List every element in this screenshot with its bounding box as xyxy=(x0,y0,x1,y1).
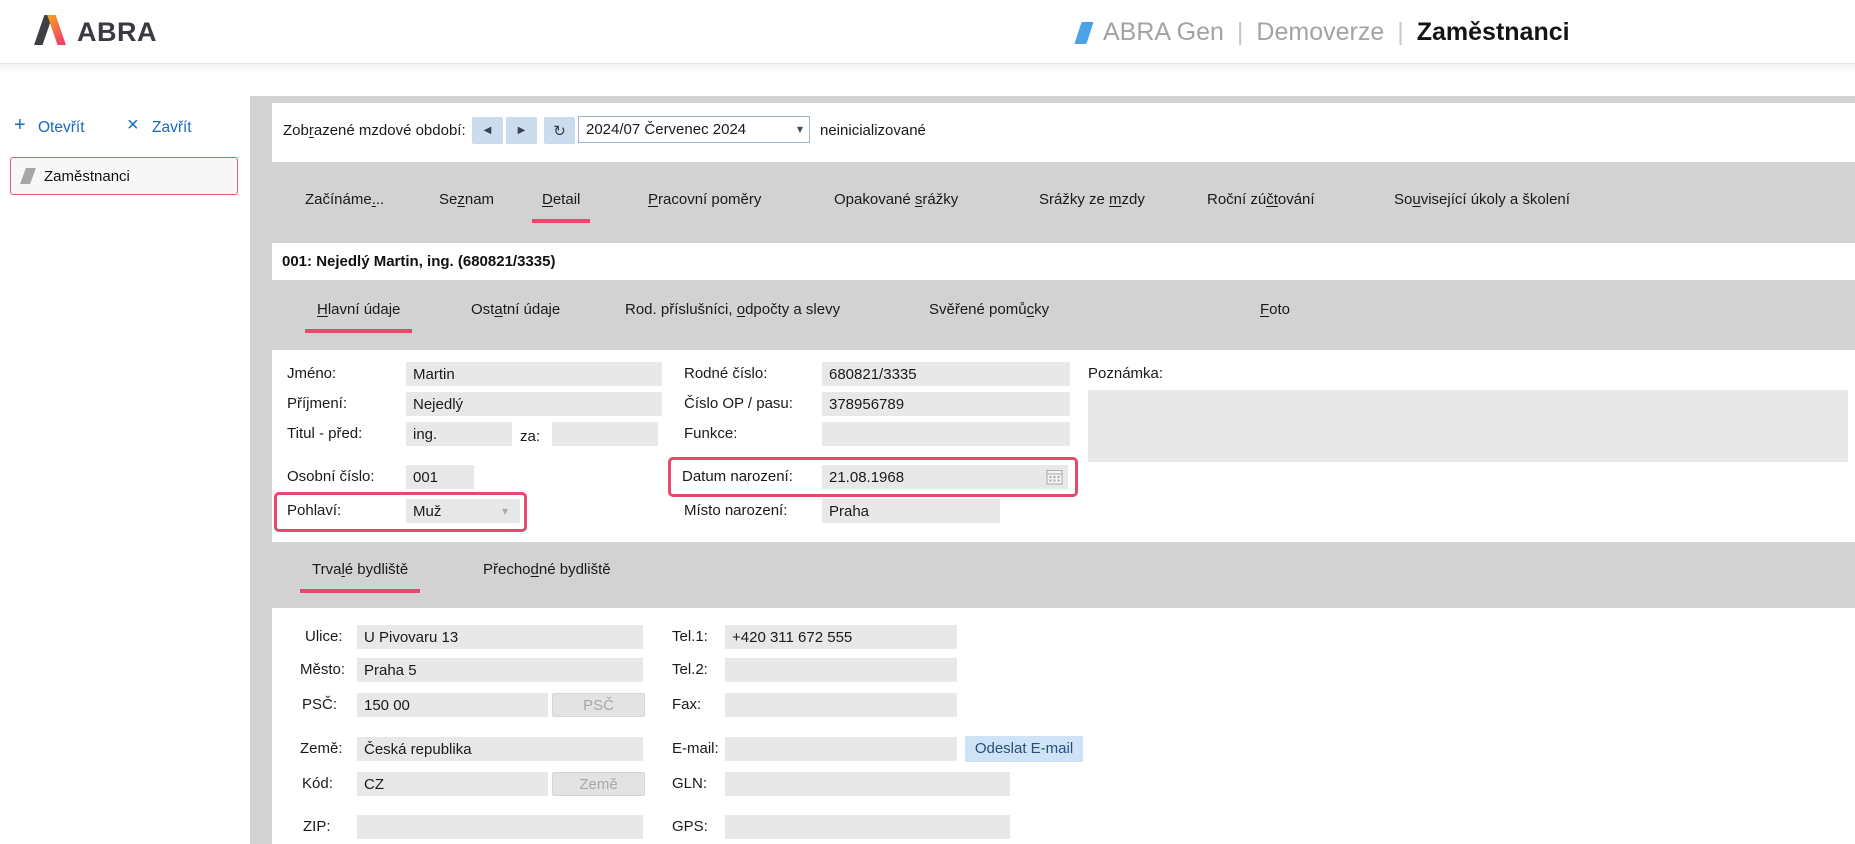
email-input[interactable] xyxy=(725,737,957,761)
previous-period-button[interactable]: ◀ xyxy=(472,117,503,144)
tel2-label: Tel.2: xyxy=(672,661,708,678)
cislo-op-input[interactable] xyxy=(822,392,1070,416)
tab-rod-prislusnici[interactable]: Rod. příslušníci, odpočty a slevy xyxy=(613,300,852,329)
tab-trvale-bydliste[interactable]: Trvalé bydliště xyxy=(300,560,420,593)
email-label: E-mail: xyxy=(672,740,719,757)
title-separator: | xyxy=(1397,18,1404,47)
gps-label: GPS: xyxy=(672,818,708,835)
chevron-down-icon: ▼ xyxy=(797,125,803,134)
poznamka-label: Poznámka: xyxy=(1088,365,1163,382)
sidebar: + Otevřít × Zavřít Zaměstnanci xyxy=(0,64,250,844)
tab-pracovni-pomery[interactable]: Pracovní poměry xyxy=(638,190,771,219)
tab-ostatni-udaje[interactable]: Ostatní údaje xyxy=(459,300,572,329)
cislo-op-label: Číslo OP / pasu: xyxy=(684,395,793,412)
kod-label: Kód: xyxy=(302,775,333,792)
tab-prechodne-bydliste[interactable]: Přechodné bydliště xyxy=(471,560,623,589)
module-name: Zaměstnanci xyxy=(1417,18,1570,47)
period-status: neinicializované xyxy=(820,117,926,144)
tab-detail[interactable]: Detail xyxy=(532,190,590,223)
tab-seznam[interactable]: Seznam xyxy=(429,190,504,219)
pohlavi-select[interactable] xyxy=(406,499,520,523)
tab-sverene-pomucky[interactable]: Svěřené pomůcky xyxy=(917,300,1061,329)
zeme-label: Země: xyxy=(300,740,343,757)
zeme-lookup-button[interactable]: Země xyxy=(552,772,645,796)
tel2-input[interactable] xyxy=(725,658,957,682)
rodne-cislo-label: Rodné číslo: xyxy=(684,365,767,382)
tab-rocni-zuctovani[interactable]: Roční zúčtování xyxy=(1197,190,1325,219)
module-slash-icon xyxy=(20,168,36,184)
abra-logo: ABRA xyxy=(32,15,157,50)
refresh-period-button[interactable]: ↻ xyxy=(544,117,575,144)
jmeno-label: Jméno: xyxy=(287,365,336,382)
ulice-label: Ulice: xyxy=(305,628,343,645)
sidebar-item-label: Zaměstnanci xyxy=(44,168,130,185)
titul-za-input[interactable] xyxy=(552,422,658,446)
kod-input[interactable] xyxy=(357,772,548,796)
tab-opakovane-srazky[interactable]: Opakované srážky xyxy=(824,190,968,219)
edition-name: Demoverze xyxy=(1256,18,1384,47)
tab-zaciname[interactable]: Začínáme... xyxy=(295,190,394,219)
titul-pred-label: Titul - před: xyxy=(287,425,362,442)
titul-za-label: za: xyxy=(520,428,540,445)
close-button[interactable]: Zavřít xyxy=(152,119,192,137)
ulice-input[interactable] xyxy=(357,625,643,649)
poznamka-textarea[interactable] xyxy=(1088,390,1848,462)
tab-hlavni-udaje[interactable]: Hlavní údaje xyxy=(305,300,412,333)
close-icon: × xyxy=(127,114,139,137)
zip-label: ZIP: xyxy=(303,818,331,835)
next-period-button[interactable]: ▶ xyxy=(506,117,537,144)
psc-label: PSČ: xyxy=(302,696,337,713)
app-name: ABRA Gen xyxy=(1103,18,1224,47)
tel1-input[interactable] xyxy=(725,625,957,649)
tel1-label: Tel.1: xyxy=(672,628,708,645)
app-title: ABRA Gen | Demoverze | Zaměstnanci xyxy=(1078,18,1570,47)
logo-text: ABRA xyxy=(77,17,157,48)
misto-narozeni-input[interactable] xyxy=(822,499,1000,523)
tab-srazky-ze-mzdy[interactable]: Srážky ze mzdy xyxy=(1029,190,1155,219)
sidebar-item-zamestnanci[interactable]: Zaměstnanci xyxy=(10,157,238,195)
title-separator: | xyxy=(1237,18,1244,47)
datum-narozeni-input[interactable] xyxy=(822,465,1068,489)
prijmeni-label: Příjmení: xyxy=(287,395,347,412)
jmeno-input[interactable] xyxy=(406,362,662,386)
record-header: 001: Nejedlý Martin, ing. (680821/3335) xyxy=(282,243,555,280)
psc-input[interactable] xyxy=(357,693,548,717)
tab-foto[interactable]: Foto xyxy=(1248,300,1302,329)
zeme-input[interactable] xyxy=(357,737,643,761)
gln-input[interactable] xyxy=(725,772,1010,796)
calendar-icon[interactable] xyxy=(1046,469,1063,485)
gln-label: GLN: xyxy=(672,775,707,792)
app-title-icon xyxy=(1074,22,1093,44)
mesto-input[interactable] xyxy=(357,658,643,682)
osobni-cislo-label: Osobní číslo: xyxy=(287,468,375,485)
titul-pred-input[interactable] xyxy=(406,422,512,446)
mesto-label: Město: xyxy=(300,661,345,678)
zip-input[interactable] xyxy=(357,815,643,839)
send-email-button[interactable]: Odeslat E-mail xyxy=(965,736,1083,762)
pohlavi-label: Pohlaví: xyxy=(287,502,341,519)
top-separator-band xyxy=(250,96,1855,103)
prijmeni-input[interactable] xyxy=(406,392,662,416)
open-button[interactable]: Otevřít xyxy=(38,119,85,137)
funkce-input[interactable] xyxy=(822,422,1070,446)
gps-input[interactable] xyxy=(725,815,1010,839)
abra-gen-window: { "header": { "logo_text": "ABRA", "app"… xyxy=(0,0,1855,844)
osobni-cislo-input[interactable] xyxy=(406,465,474,489)
period-label: Zobrazené mzdové období: xyxy=(283,117,466,144)
rodne-cislo-input[interactable] xyxy=(822,362,1070,386)
header-bar: ABRA ABRA Gen | Demoverze | Zaměstnanci xyxy=(0,0,1855,64)
period-select[interactable]: 2024/07 Červenec 2024 ▼ xyxy=(578,116,810,143)
misto-narozeni-label: Místo narození: xyxy=(684,502,787,519)
fax-label: Fax: xyxy=(672,696,701,713)
datum-narozeni-label: Datum narození: xyxy=(682,468,793,485)
tab-souvisejici-ukoly[interactable]: Související úkoly a školení xyxy=(1384,190,1580,219)
period-select-value: 2024/07 Červenec 2024 xyxy=(586,117,746,142)
fax-input[interactable] xyxy=(725,693,957,717)
psc-lookup-button[interactable]: PSČ xyxy=(552,693,645,717)
abra-logo-icon xyxy=(32,15,68,50)
plus-icon: + xyxy=(14,114,26,137)
funkce-label: Funkce: xyxy=(684,425,737,442)
